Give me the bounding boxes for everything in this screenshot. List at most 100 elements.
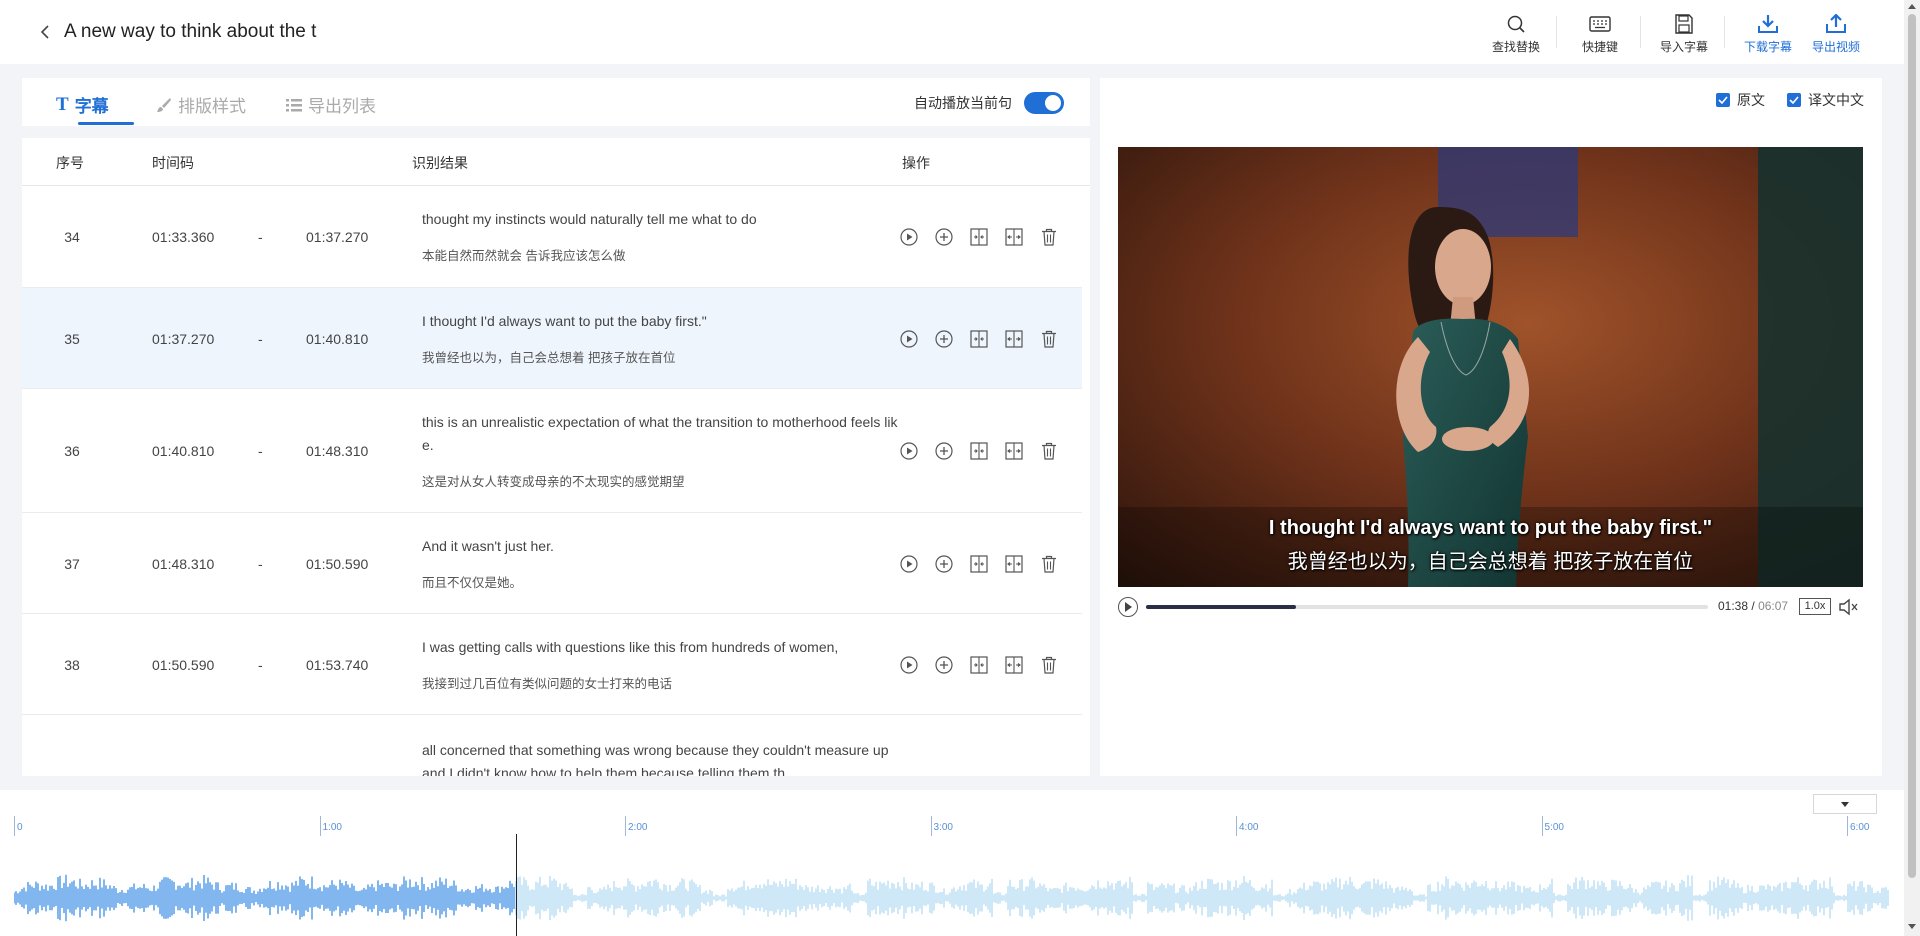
play-row-button[interactable] <box>898 328 920 350</box>
split-icon <box>1005 656 1023 674</box>
recognition-result[interactable]: thought my instincts would naturally tel… <box>422 208 898 264</box>
recognition-result[interactable]: all concerned that something was wrong b… <box>422 739 898 776</box>
subtitle-row[interactable]: 38 01:50.590 - 01:53.740 I was getting calls… <box>22 614 1082 715</box>
end-time: 01:53.740 <box>306 657 369 673</box>
find-replace-button[interactable]: 查找替换 <box>1484 14 1548 55</box>
original-text-checkbox[interactable]: 原文 <box>1716 90 1765 110</box>
autoplay-toggle[interactable] <box>1024 92 1064 114</box>
top-bar: A new way to think about the t 查找替换 快捷键 … <box>0 0 1904 64</box>
timeline-tick-label: 1:00 <box>322 822 342 833</box>
row-index: 35 <box>64 331 80 347</box>
recognition-result[interactable]: I was getting calls with questions like … <box>422 636 898 692</box>
translated-text[interactable]: 这是对从女人转变成母亲的不太现实的感觉期望 <box>422 471 898 490</box>
play-button[interactable] <box>1118 597 1138 617</box>
timeline-tick: 2:00 <box>625 816 647 836</box>
row-index: 38 <box>64 657 80 673</box>
header-result: 识别结果 <box>412 155 468 171</box>
tab-layout-style[interactable]: 排版样式 <box>156 92 246 117</box>
original-text[interactable]: I was getting calls with questions like … <box>422 636 898 659</box>
timeline-tick: 3:00 <box>930 816 953 836</box>
subtitle-row[interactable]: all concerned that something was wrong b… <box>22 715 1082 776</box>
original-text[interactable]: this is an unrealistic expectation of wh… <box>422 411 898 457</box>
split-row-button[interactable] <box>1003 553 1025 575</box>
split-icon <box>1005 330 1023 348</box>
translation-checkbox[interactable]: 译文中文 <box>1787 90 1864 110</box>
translated-text[interactable]: 本能自然而然就会 告诉我应该怎么做 <box>422 245 898 264</box>
export-icon <box>1826 14 1846 33</box>
insert-row-button[interactable] <box>933 440 955 462</box>
original-text-label: 原文 <box>1737 92 1765 108</box>
translated-text[interactable]: 我接到过几百位有类似问题的女士打来的电话 <box>422 673 898 692</box>
import-subtitles-button[interactable]: 导入字幕 <box>1652 14 1716 55</box>
delete-row-button[interactable] <box>1038 654 1060 676</box>
header-timecode: 时间码 <box>152 155 194 171</box>
subtitle-row[interactable]: 35 01:37.270 - 01:40.810 I thought I'd alway… <box>22 288 1082 389</box>
row-index: 34 <box>64 229 80 245</box>
volume-button[interactable] <box>1838 598 1858 616</box>
tab-export-list[interactable]: 导出列表 <box>286 92 376 117</box>
split-row-button[interactable] <box>1003 440 1025 462</box>
back-button[interactable]: A new way to think about the t <box>40 20 316 44</box>
scroll-up-arrow[interactable] <box>1908 4 1916 9</box>
original-text[interactable]: all concerned that something was wrong b… <box>422 739 898 776</box>
progress-bar[interactable] <box>1146 605 1708 609</box>
row-index: 37 <box>64 556 80 572</box>
current-time: 01:38 <box>1718 599 1749 613</box>
preview-panel: 原文 译文中文 I thought I'd always want to put… <box>1100 78 1882 776</box>
scroll-thumb[interactable] <box>1908 14 1916 878</box>
merge-row-button[interactable] <box>968 654 990 676</box>
row-actions <box>898 654 1060 676</box>
timeline-tick: 1:00 <box>319 816 342 836</box>
end-time: 01:50.590 <box>306 556 369 572</box>
shortcuts-button[interactable]: 快捷键 <box>1568 14 1632 55</box>
add-circle-icon <box>935 330 953 348</box>
play-row-button[interactable] <box>898 553 920 575</box>
insert-row-button[interactable] <box>933 328 955 350</box>
merge-row-button[interactable] <box>968 328 990 350</box>
original-text[interactable]: And it wasn't just her. <box>422 535 898 558</box>
start-time: 01:37.270 <box>152 331 215 347</box>
merge-row-button[interactable] <box>968 440 990 462</box>
original-text[interactable]: I thought I'd always want to put the bab… <box>422 310 898 333</box>
waveform-timeline[interactable]: 0 1:00 2:00 3:00 4:00 5:00 6:00 <box>0 790 1904 936</box>
export-video-button[interactable]: 导出视频 <box>1804 14 1868 55</box>
split-row-button[interactable] <box>1003 226 1025 248</box>
video-player[interactable]: I thought I'd always want to put the bab… <box>1118 147 1863 587</box>
delete-row-button[interactable] <box>1038 226 1060 248</box>
zoom-select[interactable] <box>1813 794 1877 814</box>
page-title: A new way to think about the t <box>64 21 317 42</box>
translated-text[interactable]: 我曾经也以为，自己会总想着 把孩子放在首位 <box>422 347 898 366</box>
subtitle-row[interactable]: 37 01:48.310 - 01:50.590 And it wasn't just … <box>22 513 1082 614</box>
download-subtitles-button[interactable]: 下载字幕 <box>1736 14 1800 55</box>
shortcuts-label: 快捷键 <box>1581 40 1618 54</box>
play-row-button[interactable] <box>898 226 920 248</box>
insert-row-button[interactable] <box>933 654 955 676</box>
tab-subtitles[interactable]: T 字幕 <box>56 92 109 117</box>
split-row-button[interactable] <box>1003 654 1025 676</box>
insert-row-button[interactable] <box>933 226 955 248</box>
time-separator: / <box>1751 599 1755 613</box>
recognition-result[interactable]: I thought I'd always want to put the bab… <box>422 310 898 366</box>
merge-row-button[interactable] <box>968 553 990 575</box>
page-scrollbar[interactable] <box>1904 0 1920 936</box>
translated-text[interactable]: 而且不仅仅是她。 <box>422 572 898 591</box>
subtitle-row[interactable]: 34 01:33.360 - 01:37.270 thought my instinct… <box>22 186 1082 288</box>
find-replace-label: 查找替换 <box>1491 40 1540 54</box>
scroll-down-arrow[interactable] <box>1908 924 1916 929</box>
play-row-button[interactable] <box>898 440 920 462</box>
recognition-result[interactable]: And it wasn't just her. 而且不仅仅是她。 <box>422 535 898 591</box>
playback-speed-button[interactable]: 1.0x <box>1799 598 1831 615</box>
delete-row-button[interactable] <box>1038 328 1060 350</box>
original-text[interactable]: thought my instincts would naturally tel… <box>422 208 898 231</box>
row-actions <box>898 553 1060 575</box>
split-row-button[interactable] <box>1003 328 1025 350</box>
subtitle-row[interactable]: 36 01:40.810 - 01:48.310 this is an unrealis… <box>22 389 1082 513</box>
delete-row-button[interactable] <box>1038 440 1060 462</box>
merge-row-button[interactable] <box>968 226 990 248</box>
play-row-button[interactable] <box>898 654 920 676</box>
delete-row-button[interactable] <box>1038 553 1060 575</box>
playhead[interactable] <box>516 834 517 936</box>
progress-fill <box>1146 605 1297 609</box>
recognition-result[interactable]: this is an unrealistic expectation of wh… <box>422 411 898 490</box>
insert-row-button[interactable] <box>933 553 955 575</box>
